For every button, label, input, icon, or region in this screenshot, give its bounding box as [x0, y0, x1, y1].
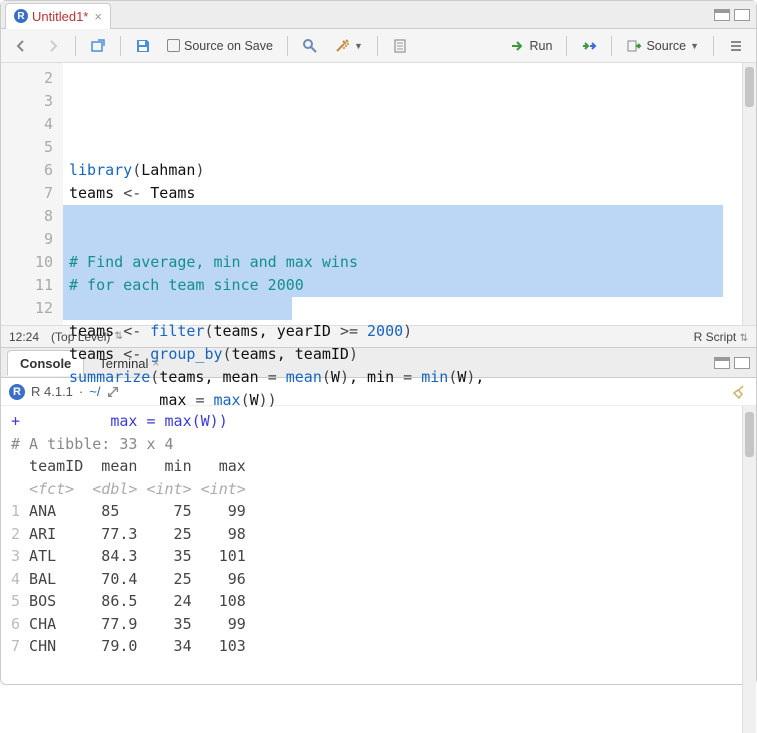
scrollbar-thumb[interactable] [745, 67, 754, 107]
source-on-save-toggle[interactable]: Source on Save [161, 36, 279, 56]
code-editor[interactable]: 23456789101112 library(Lahman)teams <- T… [1, 63, 756, 325]
code-line[interactable]: library(Lahman) [69, 159, 756, 182]
run-label: Run [530, 39, 553, 53]
r-version: R 4.1.1 [31, 384, 73, 399]
tab-title: Untitled1* [32, 9, 88, 24]
close-icon[interactable]: × [94, 9, 102, 24]
code-tools-button[interactable]: ▼ [328, 35, 369, 57]
code-line[interactable] [69, 228, 756, 251]
code-line[interactable]: summarize(teams, mean = mean(W), min = m… [69, 366, 756, 389]
source-button[interactable]: Source ▼ [620, 35, 705, 57]
rerun-button[interactable] [575, 35, 603, 57]
maximize-pane-icon[interactable] [734, 9, 750, 21]
r-file-icon: R [14, 9, 28, 23]
line-gutter: 23456789101112 [1, 63, 63, 325]
code-line[interactable]: teams <- filter(teams, yearID >= 2000) [69, 320, 756, 343]
source-on-save-label: Source on Save [184, 39, 273, 53]
forward-button[interactable] [39, 35, 67, 57]
chevron-down-icon: ▼ [354, 41, 363, 51]
r-logo-icon: R [9, 384, 25, 400]
show-in-new-window-button[interactable] [84, 35, 112, 57]
find-button[interactable] [296, 35, 324, 57]
code-line[interactable]: teams <- group_by(teams, teamID) [69, 343, 756, 366]
checkbox-icon [167, 39, 180, 52]
save-button[interactable] [129, 35, 157, 57]
code-line[interactable]: max = max(W)) [69, 389, 756, 412]
code-line[interactable] [69, 205, 756, 228]
source-toolbar: Source on Save ▼ Run Source ▼ [1, 29, 756, 63]
scrollbar-thumb[interactable] [745, 412, 754, 457]
code-line[interactable] [69, 297, 756, 320]
minimize-pane-icon[interactable] [714, 9, 730, 21]
cursor-position: 12:24 [9, 330, 39, 344]
compile-report-button[interactable] [386, 35, 414, 57]
console-scrollbar[interactable] [742, 406, 756, 733]
code-line[interactable]: # for each team since 2000 [69, 274, 756, 297]
source-tab-bar: R Untitled1* × [1, 1, 756, 29]
run-button[interactable]: Run [504, 35, 559, 57]
source-label: Source [646, 39, 686, 53]
code-line[interactable]: teams <- Teams [69, 182, 756, 205]
code-line[interactable]: # Find average, min and max wins [69, 251, 756, 274]
console-output[interactable]: + max = max(W)) # A tibble: 33 x 4 teamI… [1, 406, 756, 733]
outline-button[interactable] [722, 35, 750, 57]
source-tab[interactable]: R Untitled1* × [5, 3, 111, 29]
chevron-down-icon: ▼ [690, 41, 699, 51]
back-button[interactable] [7, 35, 35, 57]
